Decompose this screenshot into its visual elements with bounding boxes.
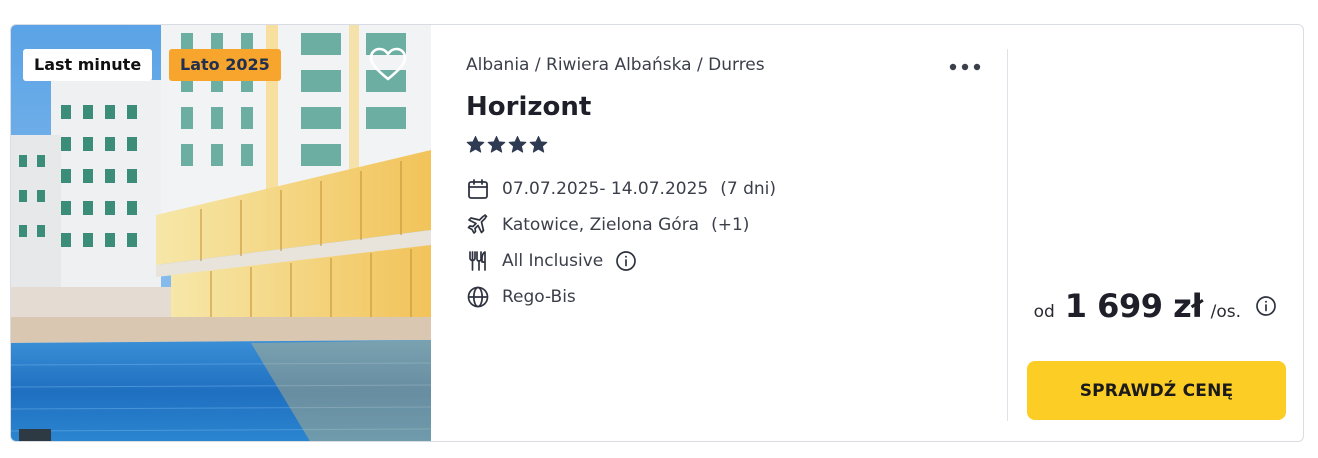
calendar-icon xyxy=(468,179,488,199)
offer-details: Albania / Riwiera Albańska / Durres Hori… xyxy=(466,25,986,441)
duration-text: (7 dni) xyxy=(720,179,776,199)
dates-text: 07.07.2025- 14.07.2025 xyxy=(502,179,709,199)
last-minute-badge: Last minute xyxy=(23,49,153,81)
info-icon[interactable] xyxy=(1255,295,1277,317)
plane-icon xyxy=(467,214,488,234)
operator-text: Rego-Bis xyxy=(502,287,576,307)
more-dots-icon[interactable] xyxy=(948,59,982,75)
price-amount: 1 699 zł xyxy=(1064,287,1203,325)
hotel-photo[interactable] xyxy=(11,25,431,441)
heart-icon[interactable] xyxy=(368,45,408,85)
star-icon xyxy=(508,135,527,153)
star-icon xyxy=(487,135,506,153)
departure-text: Katowice, Zielona Góra xyxy=(502,215,700,235)
star-icon xyxy=(466,135,485,153)
operator-row: Rego-Bis xyxy=(466,285,576,309)
hotel-photo-image xyxy=(11,25,431,441)
price-prefix: od xyxy=(1033,302,1055,322)
season-badge: Lato 2025 xyxy=(169,49,281,81)
divider xyxy=(1007,49,1008,421)
star-rating xyxy=(466,135,548,154)
star-icon xyxy=(529,135,548,153)
departure-row: Katowice, Zielona Góra (+1) xyxy=(466,213,749,237)
cutlery-icon xyxy=(469,251,486,271)
globe-icon xyxy=(467,286,489,308)
info-icon[interactable] xyxy=(615,250,637,272)
check-price-button[interactable]: SPRAWDŹ CENĘ xyxy=(1027,361,1286,420)
departure-extra[interactable]: (+1) xyxy=(711,215,749,235)
offer-card[interactable]: Last minute Lato 2025 Albania / Riwiera … xyxy=(10,24,1304,442)
price-suffix: /os. xyxy=(1210,302,1241,322)
board-row: All Inclusive xyxy=(466,249,637,273)
price-block: od 1 699 zł /os. xyxy=(1034,287,1277,325)
dates-row: 07.07.2025- 14.07.2025 (7 dni) xyxy=(466,177,776,201)
hotel-name[interactable]: Horizont xyxy=(466,92,591,122)
board-text: All Inclusive xyxy=(502,251,604,271)
breadcrumb[interactable]: Albania / Riwiera Albańska / Durres xyxy=(466,55,765,75)
